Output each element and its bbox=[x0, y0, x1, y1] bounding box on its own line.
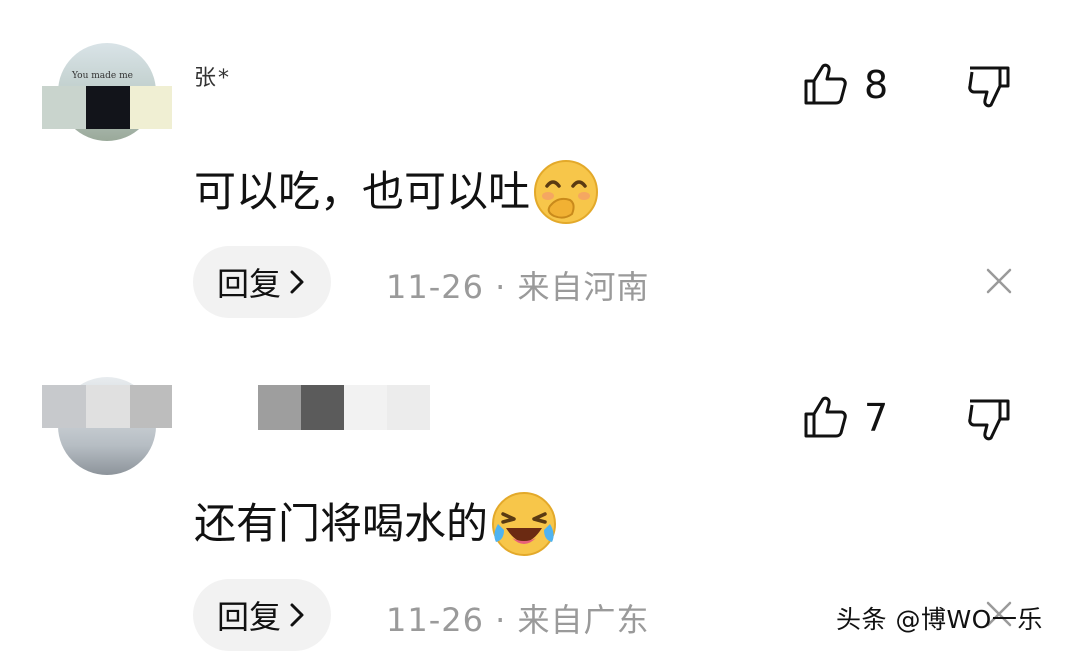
avatar-mosaic bbox=[42, 86, 172, 129]
username[interactable]: 张* bbox=[194, 60, 231, 92]
thumbs-up-icon[interactable] bbox=[802, 394, 848, 440]
comment-text: 还有门将喝水的 bbox=[194, 490, 558, 558]
reply-label: 回复 bbox=[217, 265, 282, 303]
comment-text-content: 还有门将喝水的 bbox=[194, 499, 489, 548]
comment-item: You made me 张* 8 可以吃，也可以吐 回复 11-26 · 来自河… bbox=[0, 0, 1079, 330]
reply-button[interactable]: 回复 bbox=[193, 246, 332, 318]
avatar-mosaic bbox=[42, 385, 172, 428]
thumbs-up-icon[interactable] bbox=[802, 61, 848, 107]
chevron-right-icon bbox=[290, 270, 304, 294]
username-mosaic[interactable] bbox=[258, 385, 430, 430]
comment-text-content: 可以吃，也可以吐 bbox=[194, 167, 531, 216]
reply-button[interactable]: 回复 bbox=[193, 579, 332, 651]
like-count: 7 bbox=[864, 396, 889, 440]
avatar-text: You made me bbox=[72, 71, 133, 81]
comment-text: 可以吃，也可以吐 bbox=[194, 158, 600, 226]
reply-label: 回复 bbox=[217, 598, 282, 636]
thumbs-down-icon[interactable] bbox=[966, 64, 1012, 110]
smile-covering-mouth-emoji bbox=[534, 160, 599, 224]
close-icon[interactable] bbox=[984, 266, 1014, 296]
comment-meta: 11-26 · 来自广东 bbox=[386, 601, 650, 639]
chevron-right-icon bbox=[290, 603, 304, 627]
like-count: 8 bbox=[864, 63, 889, 107]
comment-meta: 11-26 · 来自河南 bbox=[386, 268, 650, 306]
laughing-crying-emoji bbox=[492, 492, 557, 556]
watermark: 头条 @博WO一乐 bbox=[836, 605, 1043, 634]
thumbs-down-icon[interactable] bbox=[966, 397, 1012, 443]
